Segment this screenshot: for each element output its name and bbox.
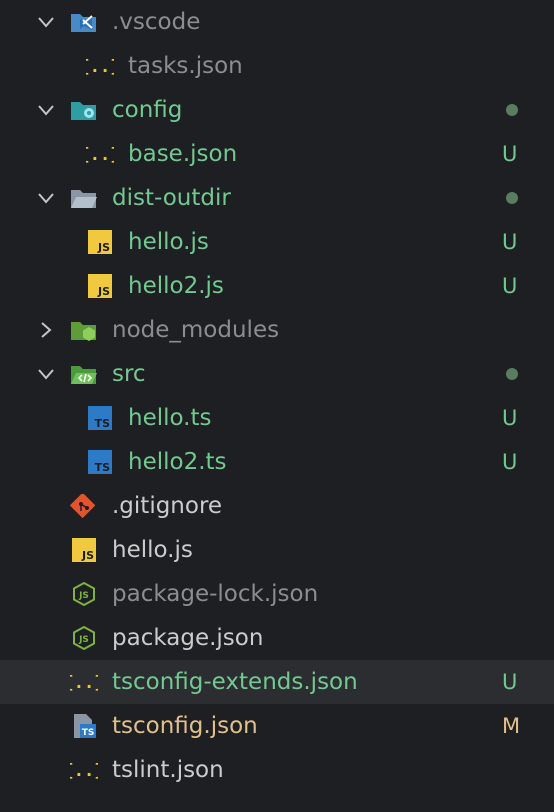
tree-item-label: .gitignore (112, 493, 223, 519)
svg-text:TS: TS (95, 417, 111, 430)
tree-row-tasks-json[interactable]: {..} tasks.json (0, 44, 554, 88)
git-icon (70, 494, 96, 518)
tree-row-config-folder[interactable]: config (0, 88, 554, 132)
tree-item-label: hello2.ts (128, 449, 227, 475)
tree-item-label: tsconfig.json (112, 713, 258, 739)
tree-item-label: dist-outdir (112, 185, 231, 211)
svg-text:TS: TS (82, 728, 95, 738)
chevron-down-icon[interactable] (36, 100, 56, 120)
tree-item-label: node_modules (112, 317, 280, 343)
vscode-folder-icon (71, 14, 96, 32)
js-file-icon: JS (72, 538, 96, 562)
svg-text:{..}: {..} (70, 761, 98, 781)
tree-item-label: hello.js (128, 229, 209, 255)
json-braces-icon: {..} (70, 673, 98, 693)
tree-row-src-folder[interactable]: src (0, 352, 554, 396)
git-status-badge: U (502, 406, 518, 430)
git-changes-dot (506, 104, 518, 116)
svg-text:JS: JS (78, 635, 89, 645)
svg-text:JS: JS (78, 591, 89, 601)
tree-item-label: .vscode (112, 9, 201, 35)
svg-text:JS: JS (81, 549, 94, 562)
svg-text:{..}: {..} (86, 57, 114, 77)
js-file-icon: JS (88, 230, 112, 254)
json-braces-icon: {..} (86, 57, 114, 77)
ts-file-icon: TS (88, 406, 112, 430)
git-status-badge: M (502, 714, 521, 738)
tree-row-node-modules-folder[interactable]: node_modules (0, 308, 554, 352)
json-braces-icon: {..} (86, 145, 114, 165)
tree-item-label: package.json (112, 625, 264, 651)
tree-row-gitignore[interactable]: .gitignore (0, 484, 554, 528)
tree-row-dist-hello2-js[interactable]: JS hello2.js U (0, 264, 554, 308)
chevron-down-icon[interactable] (36, 364, 56, 384)
tree-item-label: base.json (128, 141, 238, 167)
git-status-badge: U (502, 450, 518, 474)
tree-item-label: tsconfig-extends.json (112, 669, 358, 695)
git-status-badge: U (502, 142, 518, 166)
chevron-right-icon[interactable] (36, 320, 56, 340)
tree-item-label: config (112, 97, 183, 123)
chevron-down-icon[interactable] (36, 188, 56, 208)
tree-row-root-hello-js[interactable]: JS hello.js (0, 528, 554, 572)
tree-row-dist-hello-js[interactable]: JS hello.js U (0, 220, 554, 264)
git-status-badge: U (502, 230, 518, 254)
tree-row-src-hello2-ts[interactable]: TS hello2.ts U (0, 440, 554, 484)
src-folder-icon (71, 366, 97, 384)
svg-text:{..}: {..} (70, 673, 98, 693)
tree-row-base-json[interactable]: {..} base.json U (0, 132, 554, 176)
git-status-badge: U (502, 274, 518, 298)
tree-row-tslint-json[interactable]: {..} tslint.json (0, 748, 554, 792)
tsconfig-icon: TS (74, 714, 96, 738)
tree-row-tsconfig-extends-json[interactable]: {..} tsconfig-extends.json U (0, 660, 554, 704)
tree-row-src-hello-ts[interactable]: TS hello.ts U (0, 396, 554, 440)
tree-row-tsconfig-json[interactable]: TS tsconfig.json M (0, 704, 554, 748)
svg-text:JS: JS (97, 285, 110, 298)
ts-file-icon: TS (88, 450, 112, 474)
nodejs-icon: JS (73, 626, 95, 650)
git-status-badge: U (502, 670, 518, 694)
chevron-down-icon[interactable] (36, 12, 56, 32)
tree-row-package-json[interactable]: JS package.json (0, 616, 554, 660)
tree-item-label: hello.js (112, 537, 193, 563)
tree-item-label: tasks.json (128, 53, 243, 79)
svg-text:TS: TS (95, 461, 111, 474)
config-folder-icon (71, 102, 96, 120)
svg-text:{..}: {..} (86, 145, 114, 165)
nodejs-icon: JS (73, 582, 95, 606)
folder-open-icon (71, 190, 97, 208)
tree-row-package-lock-json[interactable]: JS package-lock.json (0, 572, 554, 616)
tree-item-label: tslint.json (112, 757, 224, 783)
tree-row-dist-outdir-folder[interactable]: dist-outdir (0, 176, 554, 220)
git-changes-dot (506, 368, 518, 380)
tree-item-label: src (112, 361, 146, 387)
svg-text:JS: JS (97, 241, 110, 254)
node-folder-icon (71, 322, 96, 341)
git-changes-dot (506, 192, 518, 204)
tree-item-label: hello.ts (128, 405, 212, 431)
js-file-icon: JS (88, 274, 112, 298)
tree-item-label: hello2.js (128, 273, 224, 299)
tree-item-label: package-lock.json (112, 581, 319, 607)
tree-row-vscode-folder[interactable]: .vscode (0, 0, 554, 44)
json-braces-icon: {..} (70, 761, 98, 781)
file-explorer-tree: .vscode {..} tasks.json config {..} base… (0, 0, 554, 812)
